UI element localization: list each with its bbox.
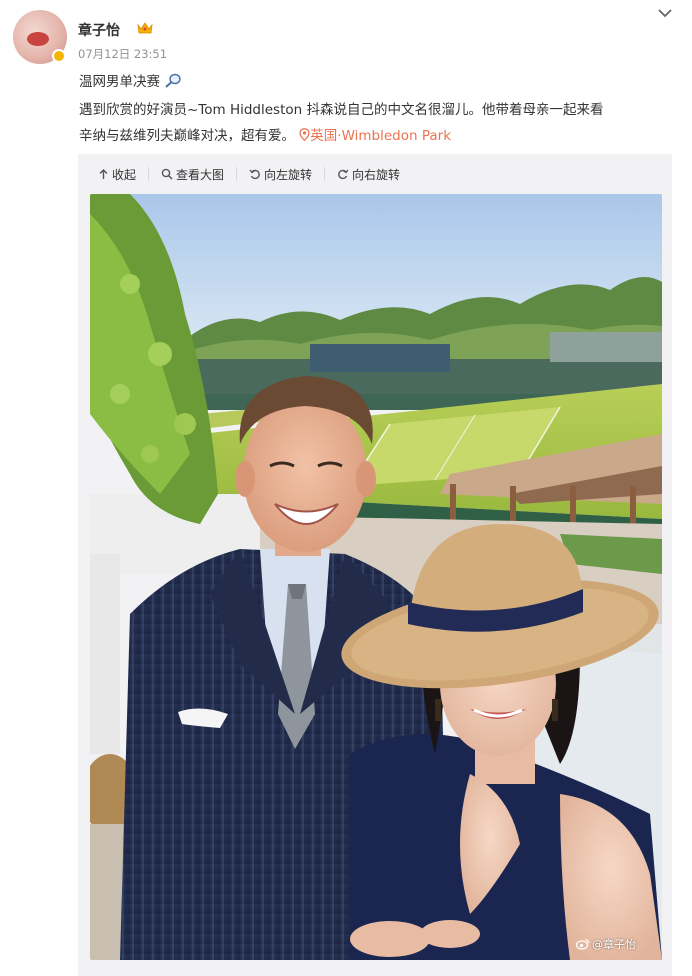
- search-icon: [161, 168, 173, 180]
- collapse-icon: [99, 168, 108, 179]
- location-link[interactable]: 英国·Wimbledon Park: [299, 128, 451, 144]
- post-text-line-2: 遇到欣赏的好演员~Tom Hiddleston 抖森说自己的中文名很溜儿。他带着…: [79, 102, 604, 118]
- post-text: 温网男单决赛: [79, 74, 160, 90]
- post-text: 辛纳与兹维列夫巅峰对决，超有爱。: [79, 128, 295, 144]
- location-pin-icon: [299, 128, 310, 142]
- photo-illustration: [90, 194, 662, 960]
- rotate-left-icon: [249, 169, 260, 180]
- view-large-button[interactable]: 查看大图: [148, 167, 236, 182]
- verified-badge-icon: [52, 49, 66, 63]
- collapse-button[interactable]: 收起: [88, 167, 148, 182]
- chevron-down-icon[interactable]: [657, 7, 673, 19]
- rotate-right-icon: [338, 169, 349, 180]
- watermark: @章子怡: [576, 936, 636, 952]
- rotate-left-label: 向左旋转: [264, 167, 313, 182]
- post-timestamp[interactable]: 07月12日 23:51: [78, 46, 167, 62]
- crown-icon: [137, 22, 153, 34]
- post-photo[interactable]: [90, 194, 662, 960]
- post-text-line-3: 辛纳与兹维列夫巅峰对决，超有爱。 英国·Wimbledon Park: [79, 124, 451, 144]
- rotate-left-button[interactable]: 向左旋转: [236, 167, 324, 182]
- username[interactable]: 章子怡: [78, 20, 120, 40]
- location-label: 英国·Wimbledon Park: [310, 128, 452, 144]
- media-toolbar: 收起 查看大图 向左旋转 向右旋转: [88, 163, 412, 185]
- weibo-logo-icon: [576, 938, 590, 950]
- tennis-racket-icon: [165, 73, 181, 88]
- watermark-text: @章子怡: [592, 938, 636, 951]
- rotate-right-label: 向右旋转: [352, 167, 401, 182]
- post-text-line-1: 温网男单决赛: [79, 70, 182, 90]
- rotate-right-button[interactable]: 向右旋转: [324, 167, 412, 182]
- view-large-label: 查看大图: [176, 167, 225, 182]
- collapse-label: 收起: [112, 167, 137, 182]
